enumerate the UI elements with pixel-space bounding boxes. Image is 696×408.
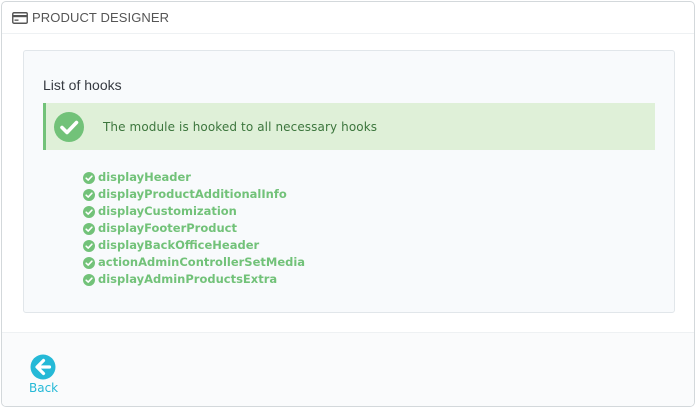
success-alert: The module is hooked to all necessary ho…	[43, 103, 655, 150]
list-item: displayFooterProduct	[83, 220, 305, 237]
check-circle-icon	[83, 273, 95, 286]
check-circle-icon	[83, 171, 95, 184]
hook-list: displayHeader displayProductAdditionalIn…	[83, 169, 305, 288]
list-item: displayAdminProductsExtra	[83, 271, 305, 288]
hook-label: displayProductAdditionalInfo	[98, 187, 287, 201]
back-label: Back	[29, 381, 59, 395]
check-circle-icon	[83, 222, 95, 235]
check-circle-icon	[83, 188, 95, 201]
credit-card-icon	[12, 11, 28, 24]
hook-label: displayAdminProductsExtra	[98, 272, 278, 286]
list-item: actionAdminControllerSetMedia	[83, 254, 305, 271]
module-panel: PRODUCT DESIGNER List of hooks The modul…	[1, 1, 695, 407]
back-button[interactable]: Back	[29, 354, 59, 395]
check-circle-icon	[83, 256, 95, 269]
panel-footer: Back	[2, 332, 694, 406]
list-item: displayHeader	[83, 169, 305, 186]
hook-label: displayCustomization	[98, 204, 237, 218]
hooks-panel: List of hooks The module is hooked to al…	[23, 50, 675, 313]
panel-title: PRODUCT DESIGNER	[32, 9, 170, 25]
hook-label: actionAdminControllerSetMedia	[98, 255, 306, 269]
hook-label: displayBackOfficeHeader	[98, 238, 260, 252]
hook-label: displayHeader	[98, 170, 191, 184]
check-circle-icon	[54, 111, 84, 142]
panel-heading: PRODUCT DESIGNER	[2, 2, 694, 34]
hook-label: displayFooterProduct	[98, 221, 237, 235]
list-item: displayBackOfficeHeader	[83, 237, 305, 254]
hooks-panel-title: List of hooks	[43, 77, 122, 93]
arrow-left-circle-icon	[30, 354, 56, 380]
alert-message: The module is hooked to all necessary ho…	[103, 119, 378, 134]
check-circle-icon	[83, 205, 95, 218]
check-circle-icon	[83, 239, 95, 252]
list-item: displayProductAdditionalInfo	[83, 186, 305, 203]
list-item: displayCustomization	[83, 203, 305, 220]
